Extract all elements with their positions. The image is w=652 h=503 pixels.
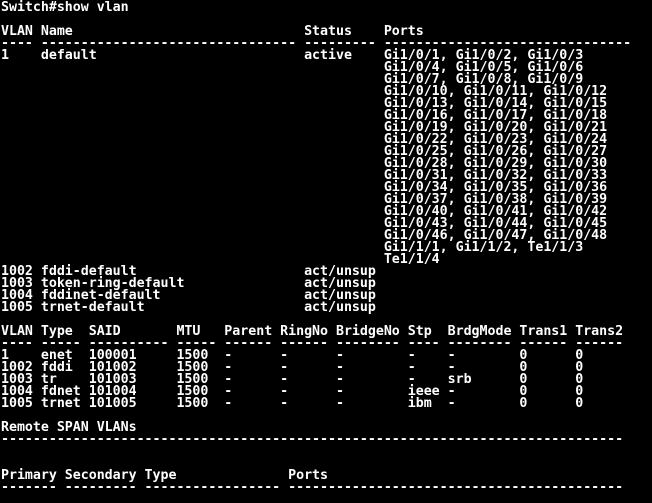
vlan-row: 1005 trnet-default act/unsup bbox=[1, 300, 376, 315]
command-line: Switch#show vlan bbox=[1, 0, 129, 15]
remote-span-separator: ----------------------------------------… bbox=[1, 432, 624, 447]
terminal-window[interactable]: Switch#show vlan VLAN Name Status Ports … bbox=[0, 0, 652, 503]
private-vlan-separator: ------- --------- ----------------- ----… bbox=[1, 480, 624, 495]
vlan-detail-row: 1005 trnet 101005 1500 - - - ibm - 0 0 bbox=[1, 396, 584, 411]
